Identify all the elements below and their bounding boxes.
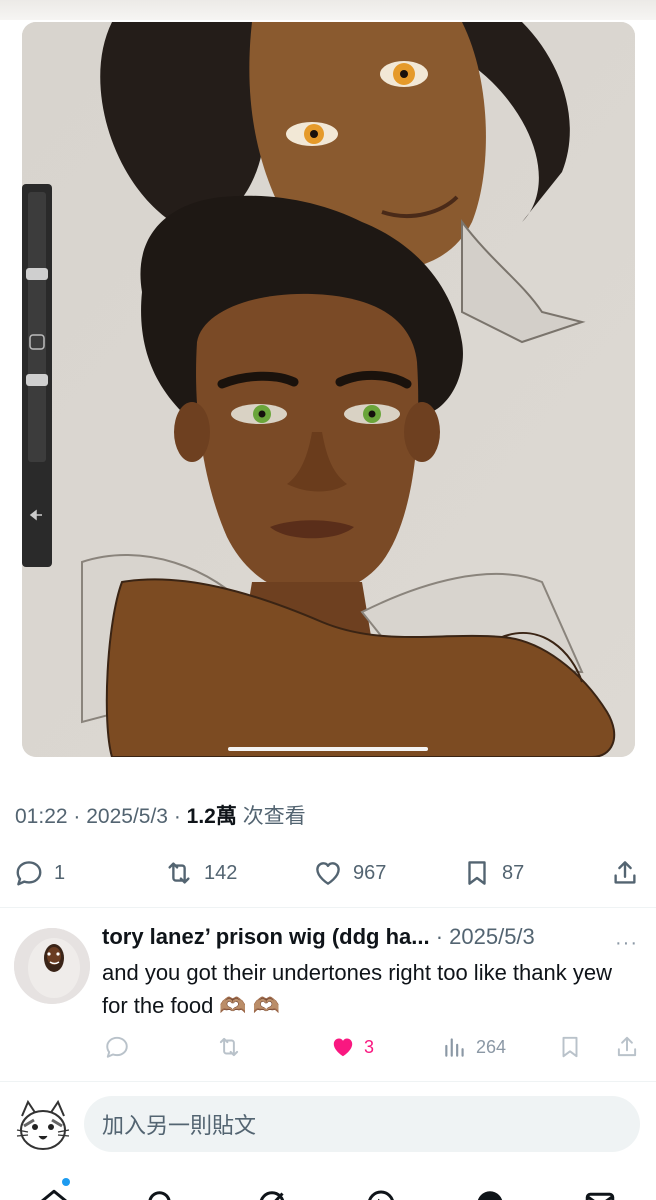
reply-header: tory lanez’ prison wig (ddg ha... · 2025…	[102, 924, 535, 950]
repost-icon	[168, 862, 190, 884]
user-avatar[interactable]	[14, 1096, 72, 1154]
repost-icon	[219, 1037, 239, 1057]
notification-dot	[62, 1178, 70, 1186]
meta-separator: ·	[67, 805, 87, 828]
search-icon	[148, 1191, 171, 1200]
reply-date[interactable]: · 2025/5/3	[430, 924, 535, 949]
views-label: 次查看	[236, 805, 306, 828]
bookmark-count: 87	[502, 861, 525, 884]
communities-icon	[477, 1191, 503, 1200]
reply-views-button[interactable]: 264	[442, 1032, 506, 1062]
views-count[interactable]: 1.2萬	[187, 805, 237, 828]
home-icon	[41, 1189, 67, 1200]
reply-avatar[interactable]	[14, 928, 90, 1004]
reply-author-name[interactable]: tory lanez’ prison wig (ddg ha...	[102, 924, 430, 949]
bottom-tab-bar	[0, 1172, 656, 1200]
like-count: 967	[353, 861, 387, 884]
tab-spaces[interactable]	[363, 1186, 399, 1200]
reply-share-button[interactable]	[614, 1032, 640, 1062]
views-icon	[445, 1038, 464, 1057]
reply-action-bar: 3 264	[0, 1032, 656, 1062]
share-icon	[617, 1036, 637, 1057]
reply-bookmark-button[interactable]	[557, 1032, 583, 1062]
tab-search[interactable]	[143, 1186, 179, 1200]
bookmark-icon	[468, 861, 486, 885]
reply-like-button[interactable]: 3	[330, 1032, 374, 1062]
more-icon[interactable]: ···	[615, 932, 638, 955]
tab-communities[interactable]	[472, 1186, 508, 1200]
reply-icon	[106, 1036, 128, 1058]
like-icon	[316, 862, 340, 885]
compose-input[interactable]: 加入另一則貼文	[84, 1096, 640, 1152]
top-image-strip	[0, 0, 656, 20]
reply-view-count: 264	[476, 1036, 507, 1057]
post-time: 01:22	[15, 805, 68, 828]
spaces-icon	[368, 1190, 394, 1200]
messages-icon	[585, 1192, 615, 1200]
bookmark-button[interactable]: 87	[462, 852, 524, 894]
repost-count: 142	[204, 861, 238, 884]
like-icon	[333, 1038, 353, 1057]
reply-post[interactable]: tory lanez’ prison wig (ddg ha... · 2025…	[0, 908, 656, 1080]
like-button[interactable]: 967	[313, 852, 386, 894]
reply-text: and you got their undertones right too l…	[102, 960, 612, 1018]
share-button[interactable]	[610, 852, 640, 894]
reply-button[interactable]: 1	[14, 852, 65, 894]
post-image[interactable]	[22, 22, 635, 757]
grok-icon	[259, 1191, 285, 1200]
repost-button[interactable]: 142	[164, 852, 237, 894]
share-icon	[614, 861, 636, 884]
post-action-bar: 1 142 967 87	[0, 852, 656, 894]
reply-count: 1	[54, 861, 66, 884]
reply-like-count: 3	[364, 1036, 375, 1057]
tab-home[interactable]	[36, 1186, 72, 1200]
reply-repost-button[interactable]	[216, 1032, 250, 1062]
tab-grok[interactable]	[254, 1186, 290, 1200]
meta-separator: ·	[167, 805, 187, 828]
reply-reply-button[interactable]	[104, 1032, 138, 1062]
reply-icon	[16, 861, 42, 886]
tab-messages[interactable]	[582, 1186, 618, 1200]
bookmark-icon	[562, 1036, 578, 1058]
compose-bar: 加入另一則貼文	[0, 1082, 656, 1172]
post-meta: 01:22 · 2025/5/3 · 1.2萬 次查看	[15, 800, 306, 830]
post-date: 2025/5/3	[86, 805, 168, 828]
